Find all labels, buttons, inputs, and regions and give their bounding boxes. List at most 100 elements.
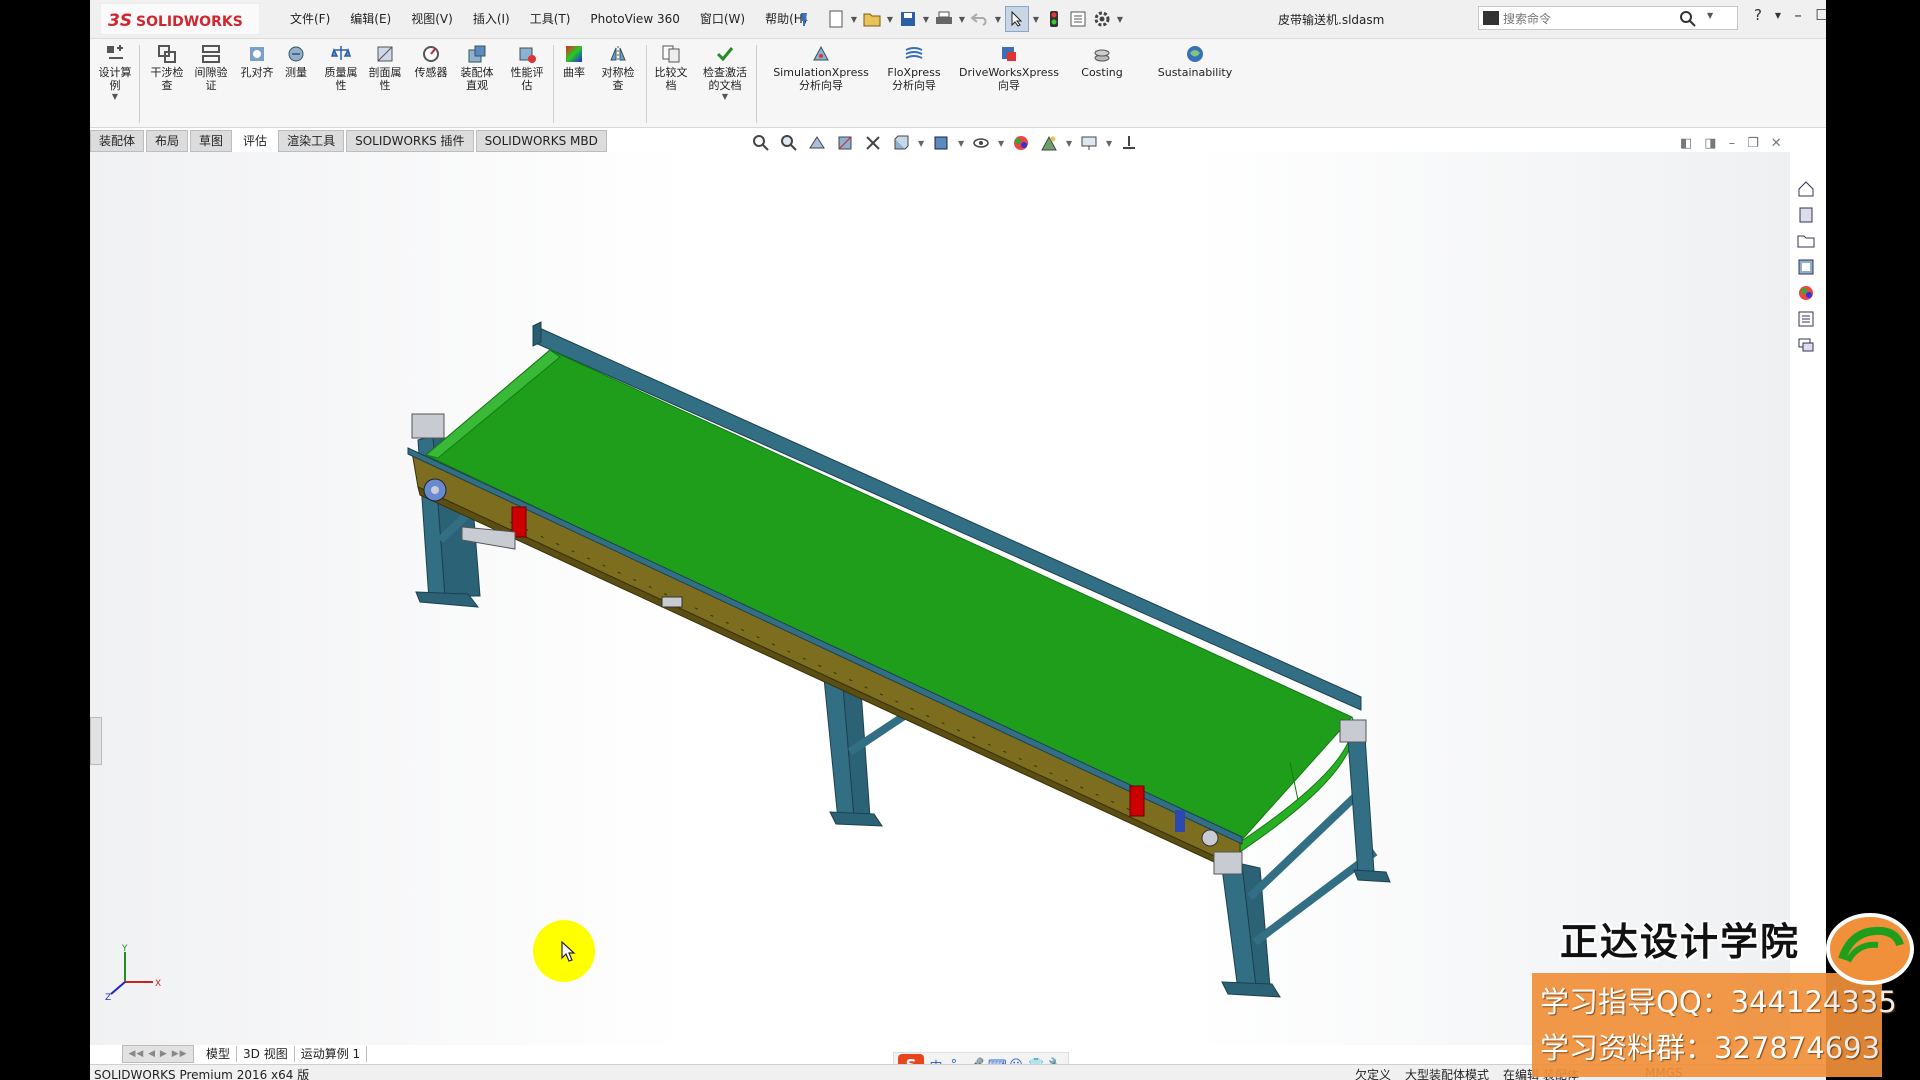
ribbon-symmetry-check[interactable]: 对称检查 — [598, 43, 638, 92]
section-properties-icon — [374, 43, 396, 65]
rebuild-traffic-light-icon[interactable] — [1043, 7, 1065, 31]
search-icon[interactable] — [1679, 10, 1697, 28]
solidworks-forum-icon[interactable] — [1795, 334, 1817, 356]
menu-tools[interactable]: 工具(T) — [520, 10, 581, 28]
design-library-icon[interactable] — [1795, 204, 1817, 226]
search-input[interactable] — [1479, 7, 1675, 31]
solidworks-logo[interactable]: 3S SOLIDWORKS — [99, 2, 261, 36]
viewport-restore-icon[interactable]: ❐ — [1747, 136, 1759, 151]
ribbon-measure[interactable]: 测量 — [282, 43, 310, 79]
view-orientation-icon[interactable] — [890, 132, 912, 154]
menu-view[interactable]: 视图(V) — [401, 10, 463, 28]
ribbon-simulationxpress[interactable]: SimulationXpress 分析向导 — [770, 43, 872, 92]
display-style-dropdown-icon[interactable]: ▼ — [958, 139, 964, 148]
previous-view-icon[interactable] — [806, 132, 828, 154]
new-document-icon[interactable] — [825, 7, 847, 31]
select-dropdown-icon[interactable]: ▼ — [1031, 7, 1041, 31]
select-pointer-icon[interactable] — [1005, 6, 1029, 32]
new-dropdown-icon[interactable]: ▼ — [849, 7, 859, 31]
svg-text:3S: 3S — [108, 11, 132, 31]
zoom-to-fit-icon[interactable] — [750, 132, 772, 154]
ribbon-performance-evaluation[interactable]: 性能评估 — [508, 43, 546, 92]
tab-solidworks-mbd[interactable]: SOLIDWORKS MBD — [475, 130, 607, 152]
print-dropdown-icon[interactable]: ▼ — [957, 7, 967, 31]
minimize-icon[interactable]: – — [1790, 6, 1806, 24]
tab-sketch[interactable]: 草图 — [190, 130, 233, 152]
save-icon[interactable] — [897, 7, 919, 31]
undo-dropdown-icon[interactable]: ▼ — [993, 7, 1003, 31]
zoom-to-area-icon[interactable] — [778, 132, 800, 154]
performance-evaluation-icon — [516, 43, 538, 65]
hide-show-dropdown-icon[interactable]: ▼ — [998, 139, 1004, 148]
status-large-assembly-mode: 大型装配体模式 — [1405, 1068, 1490, 1080]
solidworks-resources-home-icon[interactable] — [1795, 178, 1817, 200]
menu-window[interactable]: 窗口(W) — [690, 10, 755, 28]
options-gear-icon[interactable] — [1091, 7, 1113, 31]
view-orientation-dropdown-icon[interactable]: ▼ — [918, 139, 924, 148]
menu-edit[interactable]: 编辑(E) — [340, 10, 401, 28]
open-dropdown-icon[interactable]: ▼ — [885, 7, 895, 31]
open-folder-icon[interactable] — [861, 7, 883, 31]
pin-icon[interactable] — [795, 10, 813, 28]
menu-photoview[interactable]: PhotoView 360 — [580, 10, 689, 28]
save-dropdown-icon[interactable]: ▼ — [921, 7, 931, 31]
menu-file[interactable]: 文件(F) — [280, 10, 340, 28]
tab-model[interactable]: 模型 — [200, 1046, 238, 1062]
tab-motion-study-1[interactable]: 运动算例 1 — [295, 1046, 368, 1062]
ribbon-sustainability[interactable]: Sustainability — [1150, 43, 1240, 79]
edit-appearance-icon[interactable] — [1010, 132, 1032, 154]
viewport-minimize-icon[interactable]: – — [1729, 136, 1736, 151]
options-dropdown-icon[interactable]: ▼ — [1115, 7, 1125, 31]
apply-scene-dropdown-icon[interactable]: ▼ — [1066, 139, 1072, 148]
search-dropdown-icon[interactable]: ▼ — [1707, 11, 1713, 20]
ribbon-assembly-visualization[interactable]: 装配体直观 — [458, 43, 496, 92]
tab-evaluate[interactable]: 评估 — [234, 130, 277, 152]
view-settings-icon[interactable] — [1078, 132, 1100, 154]
ribbon-sensor[interactable]: 传感器 — [412, 43, 450, 79]
hide-show-items-icon[interactable] — [970, 132, 992, 154]
ribbon-mass-properties[interactable]: 质量属性 — [322, 43, 360, 92]
menu-insert[interactable]: 插入(I) — [463, 10, 520, 28]
view-triad-icon[interactable] — [1118, 132, 1140, 154]
file-explorer-icon[interactable] — [1795, 230, 1817, 252]
view-settings-dropdown-icon[interactable]: ▼ — [1106, 139, 1112, 148]
ribbon-section-properties[interactable]: 剖面属性 — [366, 43, 404, 92]
help-dropdown-icon[interactable]: ▼ — [1774, 11, 1782, 20]
ribbon-floxpress[interactable]: FloXpress 分析向导 — [880, 43, 948, 92]
undo-icon[interactable] — [969, 7, 991, 31]
custom-properties-icon[interactable] — [1795, 308, 1817, 330]
viewport-close-icon[interactable]: ✕ — [1771, 136, 1782, 151]
heads-up-view-toolbar: ▼ ▼ ▼ ▼ ▼ — [750, 132, 1140, 154]
tab-render-tools[interactable]: 渲染工具 — [278, 130, 345, 152]
ribbon-clearance-verification[interactable]: 间隙验证 — [194, 43, 228, 92]
tile-right-icon[interactable]: ◨ — [1704, 136, 1716, 151]
display-style-icon[interactable] — [930, 132, 952, 154]
apply-scene-icon[interactable] — [1038, 132, 1060, 154]
compare-documents-icon — [660, 43, 682, 65]
tab-3d-views[interactable]: 3D 视图 — [237, 1046, 295, 1062]
ribbon-hole-alignment[interactable]: 孔对齐 — [238, 43, 276, 79]
search-commands[interactable]: ▼ — [1478, 6, 1738, 31]
design-study-dropdown-icon[interactable]: ▼ — [112, 92, 118, 101]
ribbon-compare-documents[interactable]: 比较文档 — [652, 43, 690, 92]
appearances-scenes-icon[interactable] — [1795, 282, 1817, 304]
ribbon-costing[interactable]: Costing — [1074, 43, 1130, 79]
ribbon-driveworksxpress[interactable]: DriveWorksXpress 向导 — [956, 43, 1062, 92]
tile-left-icon[interactable]: ◧ — [1680, 136, 1692, 151]
print-icon[interactable] — [933, 7, 955, 31]
tab-solidworks-addins[interactable]: SOLIDWORKS 插件 — [346, 130, 474, 152]
ribbon-interference-check[interactable]: 干涉检查 — [150, 43, 184, 92]
help-icon[interactable]: ? — [1750, 6, 1766, 24]
check-document-dropdown-icon[interactable]: ▼ — [722, 92, 728, 101]
tab-assembly[interactable]: 装配体 — [90, 130, 145, 152]
dynamic-annotation-views-icon[interactable] — [862, 132, 884, 154]
tab-scroll-arrows[interactable]: ◀◀ ◀ ▶ ▶▶ — [122, 1045, 194, 1063]
ribbon-design-study[interactable]: 设计算例 ▼ — [96, 43, 134, 101]
file-properties-icon[interactable] — [1067, 7, 1089, 31]
view-palette-icon[interactable] — [1795, 256, 1817, 278]
section-view-icon[interactable] — [834, 132, 856, 154]
tab-layout[interactable]: 布局 — [146, 130, 189, 152]
maximize-icon[interactable]: ☐ — [1814, 6, 1826, 24]
ribbon-check-active-document[interactable]: 检查激活的文档 ▼ — [698, 43, 752, 101]
ribbon-curvature[interactable]: 曲率 — [559, 43, 589, 79]
